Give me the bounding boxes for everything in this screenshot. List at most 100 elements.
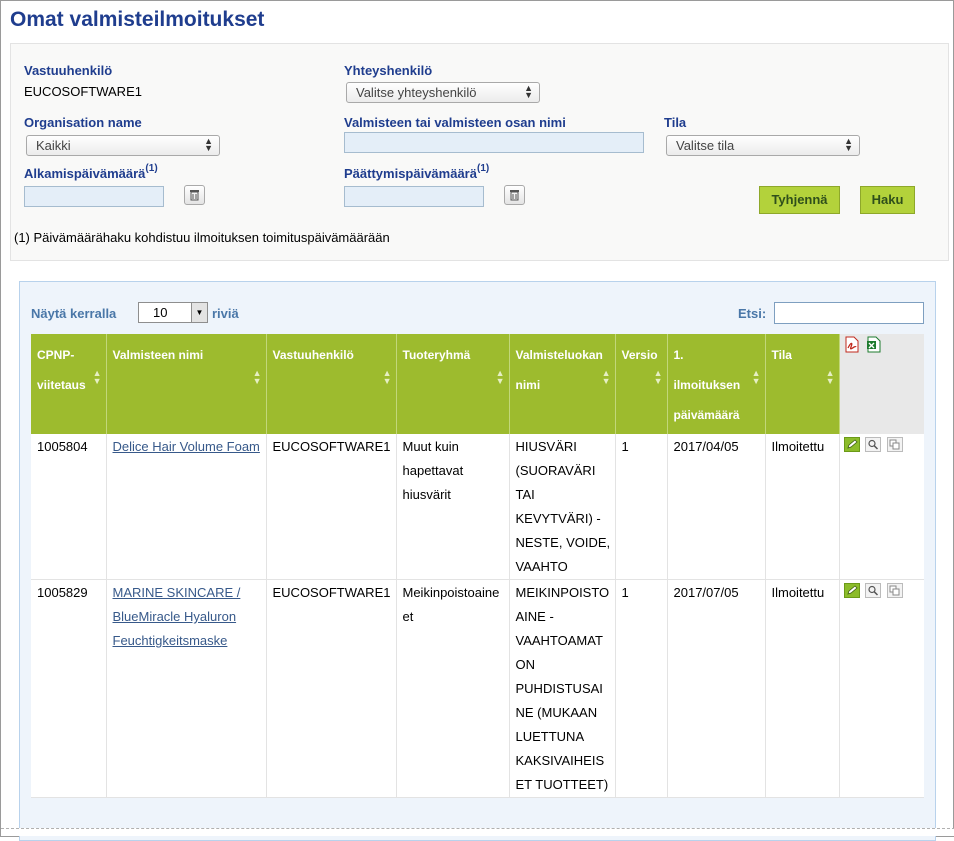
search-button[interactable]: Haku	[860, 186, 915, 214]
edit-button[interactable]	[843, 583, 860, 598]
status-select-value: Valitse tila	[676, 138, 735, 153]
sort-icon: ▲ ▼	[601, 368, 611, 386]
org-select-value: Kaikki	[36, 138, 71, 153]
start-date-label-text: Alkamispäivämäärä	[24, 166, 146, 181]
select-arrows-icon: ▲ ▼	[204, 136, 213, 153]
sort-icon: ▲ ▼	[382, 368, 392, 386]
footnote-marker: (1)	[476, 163, 490, 174]
responsible-value: EUCOSOFTWARE1	[24, 84, 142, 99]
cell-status: Ilmoitettu	[765, 579, 840, 798]
cell-group: Muut kuin hapettavat hiusvärit	[396, 434, 510, 580]
rows-suffix-label: riviä	[212, 306, 239, 321]
end-date-input[interactable]	[344, 186, 484, 207]
column-header-name[interactable]: Valmisteen nimi ▲ ▼	[106, 334, 267, 434]
column-header-status[interactable]: Tila ▲ ▼	[765, 334, 840, 434]
end-date-label: Päättymispäivämäärä(1)	[344, 163, 490, 181]
trash-icon	[510, 190, 519, 201]
excel-export-icon[interactable]	[866, 336, 882, 353]
status-select[interactable]: Valitse tila ▲ ▼	[666, 135, 860, 156]
cell-date: 2017/07/05	[667, 579, 766, 798]
product-link[interactable]: Delice Hair Volume Foam	[113, 439, 260, 454]
cell-responsible: EUCOSOFTWARE1	[266, 579, 397, 798]
column-header-label: Tuoteryhmä	[402, 348, 471, 362]
column-header-ref[interactable]: CPNP-viitetaus ▲ ▼	[31, 334, 107, 434]
cell-name: Delice Hair Volume Foam	[106, 434, 267, 580]
rows-per-page-label: Näytä kerralla	[31, 306, 117, 321]
sort-icon: ▲ ▼	[751, 368, 761, 386]
product-link[interactable]: MARINE SKINCARE / BlueMiracle Hyaluron F…	[113, 585, 241, 648]
footnote-marker: (1)	[145, 163, 158, 174]
table-row: 1005804 Delice Hair Volume Foam EUCOSOFT…	[31, 434, 924, 580]
sort-icon: ▲ ▼	[495, 368, 505, 386]
cell-version: 1	[615, 579, 668, 798]
copy-button[interactable]	[886, 583, 903, 598]
table-header-row: CPNP-viitetaus ▲ ▼ Valmisteen nimi ▲ ▼ Vastu…	[31, 334, 924, 434]
column-header-label: CPNP-viitetaus	[37, 348, 86, 392]
edit-button[interactable]	[843, 437, 860, 452]
cell-group: Meikinpoistoaineet	[396, 579, 510, 798]
column-header-label: Valmisteluokan nimi	[515, 348, 603, 392]
footnote-text: (1) Päivämäärähaku kohdistuu ilmoituksen…	[14, 230, 390, 245]
chevron-down-icon: ▼	[191, 303, 207, 322]
product-name-input[interactable]	[344, 132, 644, 153]
sort-icon: ▲ ▼	[92, 368, 102, 386]
copy-icon	[889, 439, 900, 450]
column-header-label: Versio	[621, 348, 658, 362]
column-header-group[interactable]: Tuoteryhmä ▲ ▼	[396, 334, 510, 434]
select-arrows-icon: ▲ ▼	[844, 136, 853, 153]
edit-icon	[846, 439, 858, 449]
start-date-input[interactable]	[24, 186, 164, 207]
pdf-export-icon[interactable]	[844, 336, 860, 353]
table-search-input[interactable]	[774, 302, 924, 324]
column-header-label: 1. ilmoituksen päivämäärä	[673, 348, 741, 422]
cell-name: MARINE SKINCARE / BlueMiracle Hyaluron F…	[106, 579, 267, 798]
sort-icon: ▲ ▼	[252, 368, 262, 386]
torn-edge	[1, 828, 954, 836]
magnifier-icon	[868, 585, 879, 596]
sort-icon: ▲ ▼	[825, 368, 835, 386]
contact-select[interactable]: Valitse yhteyshenkilö ▲ ▼	[346, 82, 540, 103]
sort-icon: ▲ ▼	[653, 368, 663, 386]
column-header-category[interactable]: Valmisteluokan nimi ▲ ▼	[509, 334, 616, 434]
cell-date: 2017/04/05	[667, 434, 766, 580]
responsible-label: Vastuuhenkilö	[24, 63, 113, 78]
magnifier-icon	[868, 439, 879, 450]
column-header-label: Valmisteen nimi	[112, 348, 204, 362]
results-panel: Näytä kerralla 10 ▼ riviä Etsi: CPNP-vii…	[19, 281, 936, 841]
start-date-clear-button[interactable]	[184, 185, 205, 205]
table-search-label: Etsi:	[738, 306, 767, 321]
results-table: CPNP-viitetaus ▲ ▼ Valmisteen nimi ▲ ▼ Vastu…	[31, 334, 924, 798]
start-date-label: Alkamispäivämäärä(1)	[24, 163, 158, 181]
contact-select-value: Valitse yhteyshenkilö	[356, 85, 477, 100]
trash-icon	[190, 190, 199, 201]
cell-actions	[839, 579, 924, 798]
cell-category: HIUSVÄRI (SUORAVÄRI TAI KEVYTVÄRI) - NES…	[509, 434, 616, 580]
clear-button[interactable]: Tyhjennä	[759, 186, 840, 214]
end-date-clear-button[interactable]	[504, 185, 525, 205]
cell-category: MEIKINPOISTOAINE - VAAHTOAMATON PUHDISTU…	[509, 579, 616, 798]
page-title: Omat valmisteilmoitukset	[10, 8, 265, 31]
column-header-version[interactable]: Versio ▲ ▼	[615, 334, 668, 434]
cell-status: Ilmoitettu	[765, 434, 840, 580]
view-button[interactable]	[865, 437, 882, 452]
cell-actions	[839, 434, 924, 580]
org-select[interactable]: Kaikki ▲ ▼	[26, 135, 220, 156]
column-header-label: Vastuuhenkilö	[272, 348, 354, 362]
cell-ref: 1005829	[31, 579, 107, 798]
copy-icon	[889, 585, 900, 596]
select-arrows-icon: ▲ ▼	[524, 83, 533, 100]
view-button[interactable]	[865, 583, 882, 598]
copy-button[interactable]	[886, 437, 903, 452]
edit-icon	[846, 585, 858, 595]
org-label: Organisation name	[24, 115, 142, 130]
cell-responsible: EUCOSOFTWARE1	[266, 434, 397, 580]
status-label: Tila	[664, 115, 687, 130]
cell-ref: 1005804	[31, 434, 107, 580]
rows-per-page-select[interactable]: 10 ▼	[138, 302, 208, 323]
cell-version: 1	[615, 434, 668, 580]
export-header	[839, 334, 924, 434]
product-name-label: Valmisteen tai valmisteen osan nimi	[344, 115, 566, 130]
column-header-date[interactable]: 1. ilmoituksen päivämäärä ▲ ▼	[667, 334, 766, 434]
column-header-responsible[interactable]: Vastuuhenkilö ▲ ▼	[266, 334, 397, 434]
column-header-label: Tila	[771, 348, 792, 362]
